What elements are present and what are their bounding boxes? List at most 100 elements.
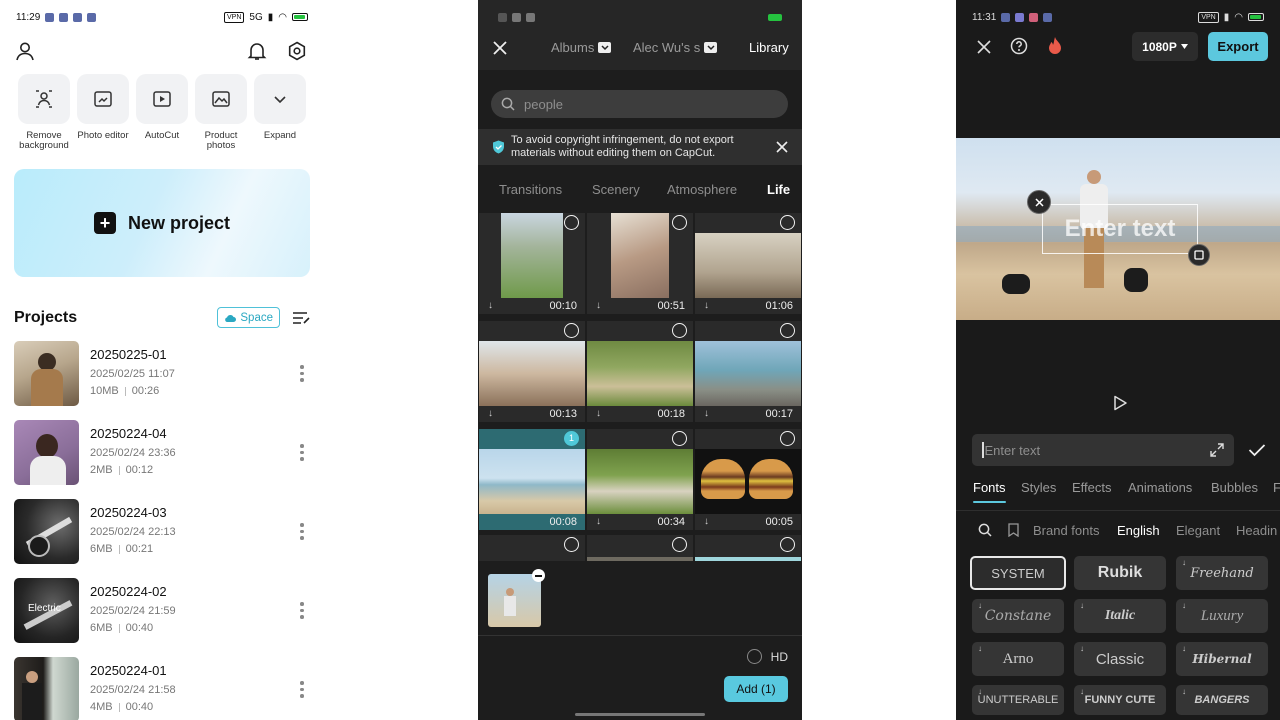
tool-remove-background[interactable]: Remove background — [18, 74, 70, 151]
select-checkbox[interactable] — [672, 537, 687, 552]
project-item[interactable]: 20250224-03 2025/02/24 22:13 6MB 00:21 — [14, 499, 310, 578]
export-button[interactable]: Export — [1208, 32, 1268, 61]
download-icon: ↓ — [488, 300, 493, 311]
tool-expand[interactable]: Expand — [254, 74, 306, 151]
font-cat-headings[interactable]: Headin — [1236, 523, 1277, 538]
resolution-dropdown[interactable]: 1080P — [1132, 32, 1198, 61]
tool-autocut[interactable]: AutoCut — [136, 74, 188, 151]
hd-toggle[interactable]: HD — [746, 649, 788, 664]
font-funny-cute[interactable]: ↓ FUNNY CUTE — [1074, 685, 1166, 715]
tab-atmosphere[interactable]: Atmosphere — [667, 182, 737, 197]
clip-tile[interactable]: ↓ 00:18 — [587, 321, 693, 422]
selected-clip-thumbnail[interactable] — [488, 574, 541, 627]
close-icon[interactable] — [776, 141, 788, 153]
font-system[interactable]: SYSTEM — [970, 556, 1066, 590]
flame-icon[interactable] — [1046, 36, 1064, 56]
tool-photo-editor[interactable]: Photo editor — [77, 74, 129, 151]
select-checkbox[interactable] — [672, 215, 687, 230]
clip-duration: 00:08 — [549, 516, 577, 528]
tab-styles[interactable]: Styles — [1021, 480, 1056, 495]
font-freehand[interactable]: ↓ Freehand — [1176, 556, 1268, 590]
add-button[interactable]: Add (1) — [724, 676, 788, 702]
select-checkbox[interactable] — [564, 323, 579, 338]
delete-text-icon[interactable] — [1027, 190, 1051, 214]
profile-icon[interactable] — [14, 40, 36, 62]
remove-icon[interactable] — [532, 569, 545, 582]
confirm-check-icon[interactable] — [1248, 442, 1266, 458]
more-options-icon[interactable] — [300, 444, 304, 461]
clip-tile[interactable]: ↓ 00:34 — [587, 429, 693, 530]
help-icon[interactable] — [1010, 37, 1028, 55]
more-options-icon[interactable] — [300, 602, 304, 619]
font-cat-elegant[interactable]: Elegant — [1176, 523, 1220, 538]
project-item[interactable]: Electric 20250224-02 2025/02/24 21:59 6M… — [14, 578, 310, 657]
text-input[interactable]: Enter text — [972, 434, 1234, 466]
tool-product-photos[interactable]: Product photos — [195, 74, 247, 151]
settings-icon[interactable] — [286, 40, 308, 62]
bell-icon[interactable] — [246, 40, 268, 62]
clip-tile[interactable]: ↓ 00:10 — [479, 213, 585, 314]
clip-tile[interactable] — [587, 535, 693, 561]
tab-account[interactable]: Alec Wu's s — [633, 40, 718, 55]
clip-tile-selected[interactable]: 00:08 1 — [479, 429, 585, 530]
tab-animations[interactable]: Animations — [1128, 480, 1192, 495]
font-constane[interactable]: ↓ Constane — [972, 599, 1064, 633]
font-classic[interactable]: ↓ Classic — [1074, 642, 1166, 676]
select-checkbox[interactable] — [780, 431, 795, 446]
select-checkbox[interactable] — [780, 537, 795, 552]
font-hibernal[interactable]: ↓ Hibernal — [1176, 642, 1268, 676]
new-project-button[interactable]: + New project — [14, 169, 310, 277]
more-options-icon[interactable] — [300, 365, 304, 382]
clip-tile[interactable] — [695, 535, 801, 561]
font-bangers[interactable]: ↓ BANGERS — [1176, 685, 1268, 715]
more-options-icon[interactable] — [300, 523, 304, 540]
project-thumbnail — [14, 657, 79, 720]
clip-tile[interactable]: ↓ 00:51 — [587, 213, 693, 314]
font-rubik[interactable]: Rubik — [1074, 556, 1166, 590]
download-icon: ↓ — [1182, 601, 1186, 610]
status-time: 11:29 — [16, 11, 41, 23]
space-button[interactable]: Space — [217, 307, 280, 328]
tab-fonts[interactable]: Fonts — [973, 480, 1006, 503]
tab-more[interactable]: F — [1273, 480, 1280, 495]
status-bar: 11:31 VPN ▮ ◠ — [972, 8, 1264, 26]
bookmark-icon[interactable] — [1008, 523, 1019, 537]
tab-library[interactable]: Library — [749, 40, 789, 55]
select-checkbox[interactable] — [564, 215, 579, 230]
tab-effects[interactable]: Effects — [1072, 480, 1112, 495]
tab-bubbles[interactable]: Bubbles — [1211, 480, 1258, 495]
play-icon[interactable] — [1112, 395, 1128, 411]
select-checkbox[interactable] — [780, 215, 795, 230]
font-cat-english[interactable]: English — [1117, 523, 1160, 538]
search-input[interactable]: people — [491, 90, 788, 118]
project-item[interactable]: 20250224-04 2025/02/24 23:36 2MB 00:12 — [14, 420, 310, 499]
clip-tile[interactable]: ↓ 01:06 — [695, 213, 801, 314]
sort-list-icon[interactable] — [292, 310, 310, 326]
font-cat-brand[interactable]: Brand fonts — [1033, 523, 1100, 538]
select-checkbox[interactable] — [672, 323, 687, 338]
selection-index[interactable]: 1 — [564, 431, 579, 446]
project-item[interactable]: 20250225-01 2025/02/25 11:07 10MB 00:26 — [14, 341, 310, 420]
clip-tile[interactable]: ↓ 00:17 — [695, 321, 801, 422]
search-icon[interactable] — [978, 523, 992, 537]
clip-tile[interactable] — [479, 535, 585, 561]
tab-transitions[interactable]: Transitions — [499, 182, 562, 197]
project-item[interactable]: 20250224-01 2025/02/24 21:58 4MB 00:40 — [14, 657, 310, 720]
tab-life[interactable]: Life — [767, 182, 790, 197]
close-icon[interactable] — [976, 39, 992, 55]
font-italic[interactable]: ↓ Italic — [1074, 599, 1166, 633]
select-checkbox[interactable] — [564, 537, 579, 552]
text-overlay[interactable]: Enter text — [1042, 204, 1198, 254]
more-options-icon[interactable] — [300, 681, 304, 698]
clip-tile[interactable]: ↓ 00:13 — [479, 321, 585, 422]
font-arno[interactable]: ↓ Arno — [972, 642, 1064, 676]
font-luxury[interactable]: ↓ Luxury — [1176, 599, 1268, 633]
tab-scenery[interactable]: Scenery — [592, 182, 640, 197]
select-checkbox[interactable] — [780, 323, 795, 338]
expand-icon[interactable] — [1210, 443, 1224, 457]
tab-albums[interactable]: Albums — [551, 40, 612, 55]
select-checkbox[interactable] — [672, 431, 687, 446]
font-unutterable[interactable]: ↓ UNUTTERABLE — [972, 685, 1064, 715]
clip-tile[interactable]: ↓ 00:05 — [695, 429, 801, 530]
resize-handle-icon[interactable] — [1188, 244, 1210, 266]
